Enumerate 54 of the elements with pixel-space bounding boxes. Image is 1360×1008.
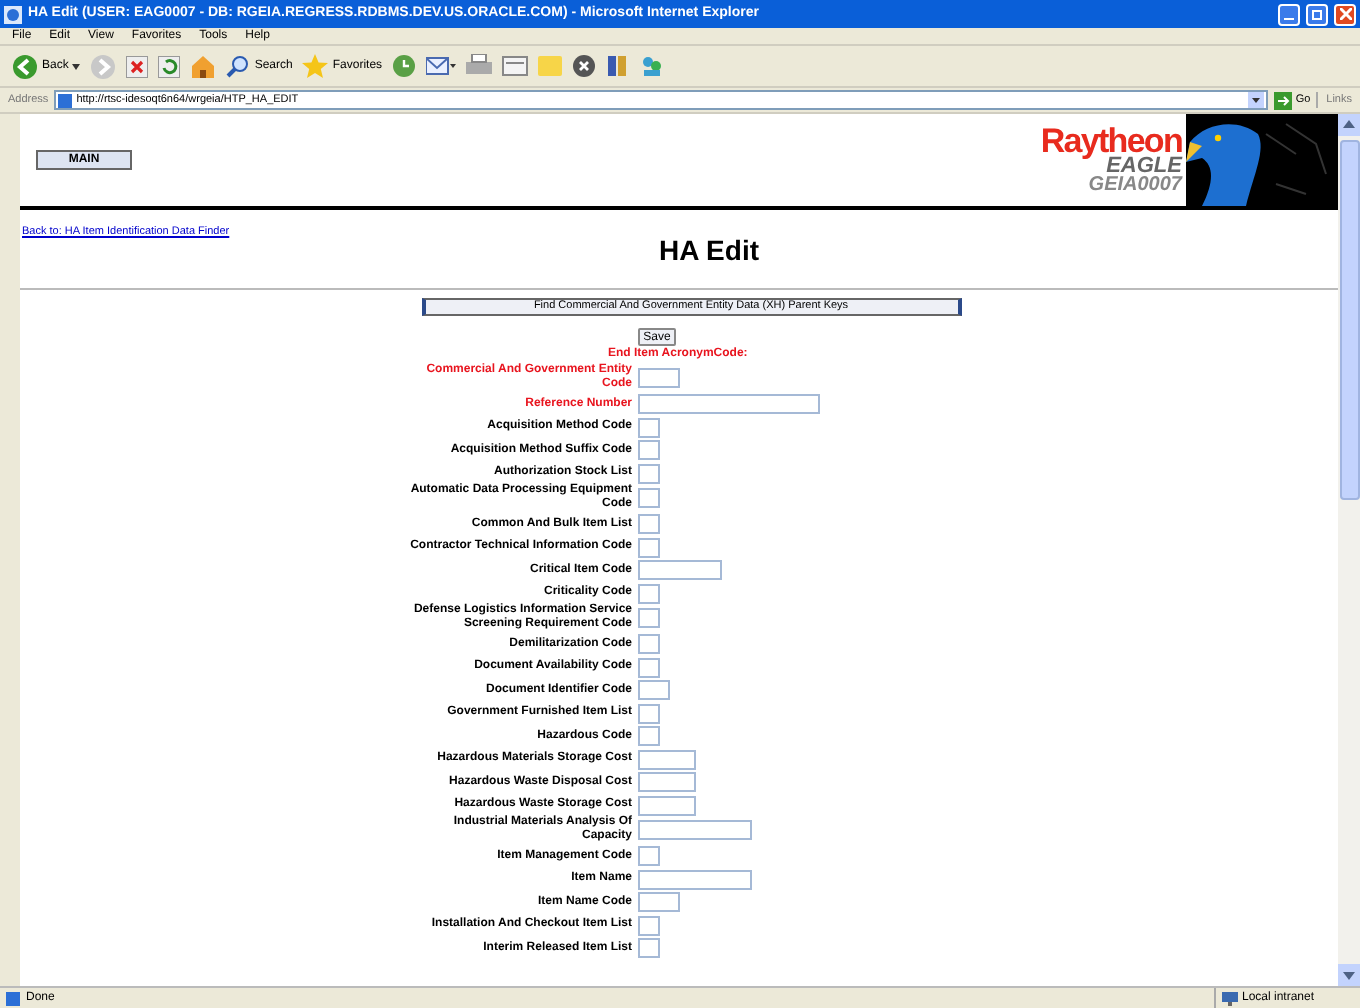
input-field[interactable] <box>638 417 660 437</box>
input-field[interactable] <box>638 634 660 654</box>
intranet-icon <box>1222 991 1238 1005</box>
input-field[interactable] <box>638 440 660 460</box>
close-button[interactable] <box>1334 3 1356 25</box>
page-icon <box>58 93 73 107</box>
maximize-button[interactable] <box>1306 3 1328 25</box>
input-field[interactable] <box>638 488 660 509</box>
scroll-down-button[interactable] <box>1338 964 1360 986</box>
page-title: HA Edit <box>658 236 760 265</box>
home-icon[interactable] <box>190 54 217 78</box>
input-field[interactable] <box>638 846 660 866</box>
input-field[interactable] <box>638 892 680 912</box>
input-field[interactable] <box>638 394 820 414</box>
input-field[interactable] <box>638 820 752 841</box>
input-field[interactable] <box>638 703 660 723</box>
logo-code: GEIA0007 <box>1088 175 1182 195</box>
input-field[interactable] <box>638 772 696 792</box>
star-icon <box>302 54 329 78</box>
input-field[interactable] <box>638 583 660 603</box>
minimize-button[interactable] <box>1278 3 1300 25</box>
scroll-up-button[interactable] <box>1338 114 1360 136</box>
stop-icon[interactable] <box>126 55 149 77</box>
input-field[interactable] <box>638 368 680 389</box>
logo-brand: Raytheon <box>1040 125 1182 155</box>
people-icon[interactable] <box>640 54 665 78</box>
input-field[interactable] <box>638 608 660 629</box>
search-icon <box>226 54 251 78</box>
input-field[interactable] <box>638 560 722 580</box>
mail-icon[interactable] <box>426 54 457 78</box>
go-arrow-icon <box>1273 91 1292 109</box>
back-icon <box>12 53 38 79</box>
input-field[interactable] <box>638 938 660 958</box>
input-field[interactable] <box>638 657 660 677</box>
input-field[interactable] <box>638 726 660 746</box>
input-field[interactable] <box>638 795 696 815</box>
input-field[interactable] <box>638 869 752 889</box>
input-field[interactable] <box>638 680 670 700</box>
input-field[interactable] <box>638 463 660 483</box>
browser-icon <box>4 5 22 23</box>
dropdown-button[interactable] <box>1247 92 1264 108</box>
input-field[interactable] <box>638 915 660 935</box>
print-icon[interactable] <box>466 54 493 78</box>
forward-icon[interactable] <box>90 53 117 79</box>
refresh-icon[interactable] <box>158 55 181 77</box>
page-icon <box>6 991 20 1005</box>
logo-product: EAGLE <box>1106 155 1182 175</box>
folder-icon[interactable] <box>538 54 563 78</box>
input-field[interactable] <box>638 749 696 769</box>
input-field[interactable] <box>638 514 660 534</box>
vertical-scrollbar[interactable] <box>1338 114 1360 986</box>
history-icon[interactable] <box>392 54 417 78</box>
caret-icon[interactable] <box>72 63 81 69</box>
input-field[interactable] <box>638 537 660 557</box>
